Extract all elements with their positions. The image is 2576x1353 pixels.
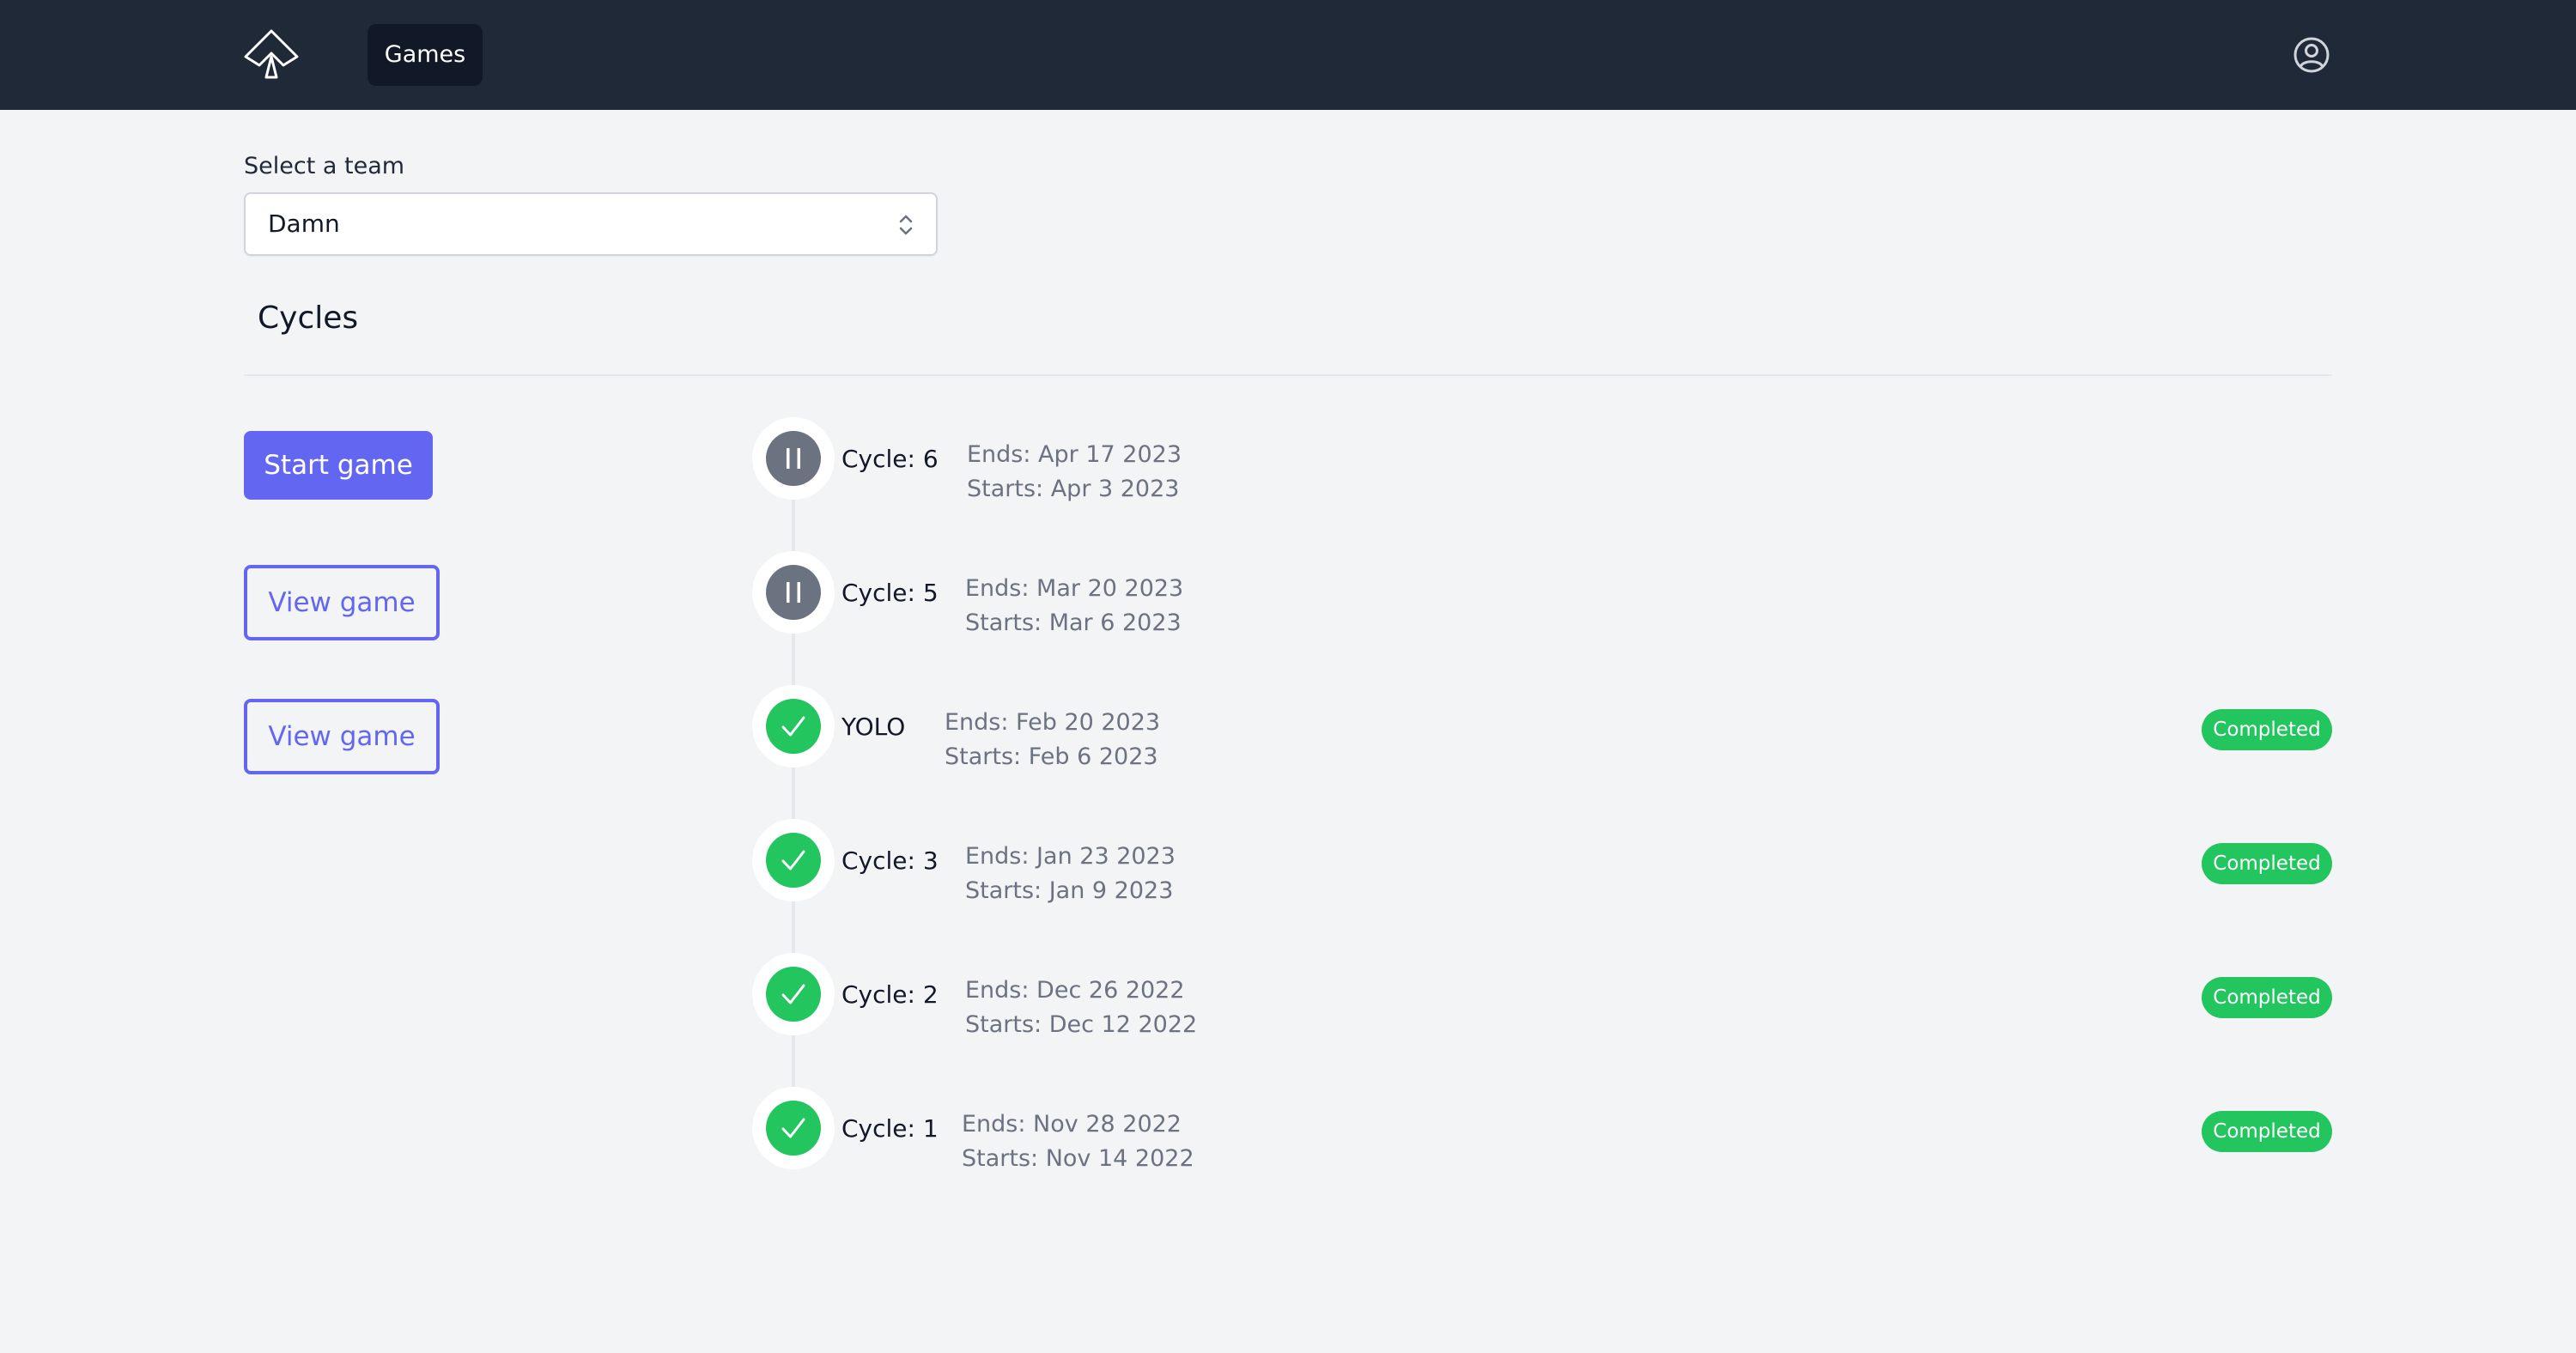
- cycle-item: Cycle: 2 Ends: Dec 26 2022 Starts: Dec 1…: [0, 953, 2576, 1056]
- spade-logo-icon[interactable]: [242, 27, 301, 82]
- cycle-name: Cycle: 6: [841, 445, 939, 473]
- cycle-name: Cycle: 2: [841, 980, 939, 1009]
- status-badge: Completed: [2202, 843, 2332, 884]
- cycle-dates: Ends: Mar 20 2023 Starts: Mar 6 2023: [965, 572, 1183, 640]
- cycle-start-date: Starts: Jan 9 2023: [965, 877, 1174, 904]
- cycle-item: Cycle: 5 Ends: Mar 20 2023 Starts: Mar 6…: [0, 551, 2576, 654]
- cycle-item: Cycle: 3 Ends: Jan 23 2023 Starts: Jan 9…: [0, 819, 2576, 922]
- check-icon: [766, 833, 821, 888]
- cycle-start-date: Starts: Apr 3 2023: [967, 476, 1180, 502]
- cycle-end-date: Ends: Apr 17 2023: [967, 441, 1182, 468]
- cycle-start-date: Starts: Nov 14 2022: [962, 1145, 1194, 1172]
- cycle-end-date: Ends: Dec 26 2022: [965, 977, 1185, 1004]
- user-circle-icon[interactable]: [2293, 36, 2330, 74]
- status-ring: [752, 819, 835, 901]
- cycle-dates: Ends: Jan 23 2023 Starts: Jan 9 2023: [965, 840, 1176, 908]
- cycle-name: YOLO: [841, 713, 906, 741]
- status-badge: Completed: [2202, 1111, 2332, 1152]
- status-ring: [752, 417, 835, 500]
- cycle-end-date: Ends: Mar 20 2023: [965, 575, 1184, 602]
- cycle-start-date: Starts: Mar 6 2023: [965, 610, 1182, 636]
- status-ring: [752, 551, 835, 634]
- cycle-dates: Ends: Feb 20 2023 Starts: Feb 6 2023: [945, 706, 1160, 774]
- status-ring: [752, 685, 835, 768]
- divider: [244, 374, 2332, 376]
- cycle-item: YOLO Ends: Feb 20 2023 Starts: Feb 6 202…: [0, 685, 2576, 788]
- team-select-value: Damn: [268, 209, 340, 238]
- cycle-dates: Ends: Apr 17 2023 Starts: Apr 3 2023: [967, 438, 1182, 507]
- status-ring: [752, 953, 835, 1035]
- check-icon: [766, 699, 821, 754]
- status-badge: Completed: [2202, 977, 2332, 1018]
- cycle-item: Cycle: 6 Ends: Apr 17 2023 Starts: Apr 3…: [0, 417, 2576, 520]
- cycle-start-date: Starts: Dec 12 2022: [965, 1011, 1198, 1038]
- cycle-dates: Ends: Dec 26 2022 Starts: Dec 12 2022: [965, 974, 1197, 1042]
- check-icon: [766, 1101, 821, 1156]
- cycle-end-date: Ends: Feb 20 2023: [945, 709, 1161, 736]
- check-icon: [766, 967, 821, 1022]
- cycle-name: Cycle: 3: [841, 846, 939, 875]
- cycle-start-date: Starts: Feb 6 2023: [945, 743, 1158, 770]
- team-select[interactable]: Damn: [244, 192, 938, 256]
- status-badge: Completed: [2202, 709, 2332, 750]
- chevron-up-down-icon: [896, 212, 915, 238]
- nav-tab-games[interactable]: Games: [368, 24, 483, 86]
- top-nav-bar: Games: [0, 0, 2576, 110]
- cycle-item: Cycle: 1 Ends: Nov 28 2022 Starts: Nov 1…: [0, 1087, 2576, 1190]
- pause-icon: [766, 431, 821, 486]
- team-select-label: Select a team: [244, 153, 405, 179]
- cycle-end-date: Ends: Nov 28 2022: [962, 1111, 1182, 1138]
- pause-icon: [766, 565, 821, 620]
- cycle-dates: Ends: Nov 28 2022 Starts: Nov 14 2022: [962, 1107, 1194, 1176]
- cycle-end-date: Ends: Jan 23 2023: [965, 843, 1176, 870]
- cycle-name: Cycle: 1: [841, 1114, 939, 1143]
- status-ring: [752, 1087, 835, 1169]
- page-title: Cycles: [258, 300, 359, 336]
- cycle-name: Cycle: 5: [841, 579, 939, 607]
